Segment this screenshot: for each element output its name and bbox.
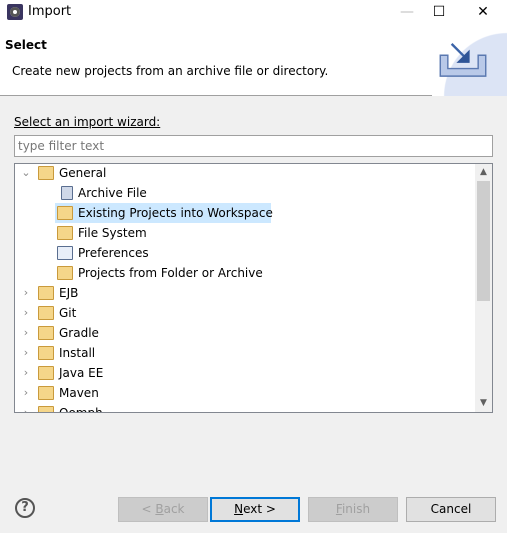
- project-folder-icon: [57, 206, 73, 220]
- tree-item-label: Install: [59, 346, 96, 360]
- next-mnemonic: N: [234, 502, 244, 516]
- back-button[interactable]: < Back: [118, 497, 208, 522]
- close-button[interactable]: ✕: [463, 0, 503, 24]
- import-icon: [439, 43, 487, 77]
- scroll-up-icon[interactable]: ▲: [475, 164, 492, 181]
- tree-item-label: Java EE: [59, 366, 104, 380]
- page-description: Create new projects from an archive file…: [12, 64, 329, 78]
- title-bar: Import — ☐ ✕: [0, 0, 507, 24]
- preferences-icon: [57, 246, 73, 260]
- archive-file-icon: [61, 186, 73, 200]
- tree-item[interactable]: Existing Projects into Workspace: [55, 203, 273, 223]
- tree-item-label: Git: [59, 306, 77, 320]
- tree-item-label: Existing Projects into Workspace: [78, 206, 273, 220]
- scroll-thumb[interactable]: [477, 181, 490, 301]
- wizard-tree[interactable]: › Oomph › Maven › Java EE › Install › Gradle › Git ›…: [14, 163, 493, 413]
- filter-input[interactable]: [14, 135, 493, 157]
- page-title: Select: [5, 38, 47, 52]
- chevron-down-icon[interactable]: ⌄: [20, 164, 32, 183]
- chevron-right-icon[interactable]: ›: [20, 343, 32, 363]
- folder-open-icon: [38, 366, 54, 380]
- eclipse-icon: [7, 4, 23, 20]
- next-label: ext >: [243, 502, 276, 516]
- wizard-label-text: Select an import wizard:: [14, 115, 161, 129]
- tree-item-label: General: [59, 166, 107, 180]
- help-icon[interactable]: ?: [15, 498, 35, 518]
- tree-item-label: Oomph: [59, 406, 103, 413]
- back-mnemonic: B: [155, 502, 164, 516]
- tree-item-label: EJB: [59, 286, 79, 300]
- back-label: ack: [163, 502, 185, 516]
- tree-item-label: Projects from Folder or Archive: [78, 266, 263, 280]
- tree-item-label: Archive File: [78, 186, 147, 200]
- finish-button[interactable]: Finish: [308, 497, 398, 522]
- vertical-scrollbar[interactable]: ▲ ▼: [475, 164, 492, 412]
- wizard-header: Select Create new projects from an archi…: [0, 24, 507, 96]
- scroll-down-icon[interactable]: ▼: [475, 395, 492, 412]
- tree-item-label: Preferences: [78, 246, 149, 260]
- back-prefix: <: [141, 502, 156, 516]
- chevron-right-icon[interactable]: ›: [20, 383, 32, 403]
- window-title: Import: [28, 4, 72, 19]
- chevron-right-icon[interactable]: ›: [20, 363, 32, 383]
- folder-open-icon: [38, 326, 54, 340]
- folder-open-icon: [38, 346, 54, 360]
- maximize-button[interactable]: ☐: [419, 0, 459, 24]
- folder-icon: [57, 226, 73, 240]
- folder-icon: [57, 266, 73, 280]
- tree-item-label: File System: [78, 226, 147, 240]
- finish-label: inish: [341, 502, 371, 516]
- folder-open-icon: [38, 406, 54, 412]
- cancel-button[interactable]: Cancel: [406, 497, 496, 522]
- chevron-right-icon[interactable]: ›: [20, 283, 32, 303]
- tree-item-label: Gradle: [59, 326, 99, 340]
- tree-item-label: Maven: [59, 386, 99, 400]
- folder-open-icon: [38, 386, 54, 400]
- folder-open-icon: [38, 306, 54, 320]
- folder-open-icon: [38, 166, 54, 180]
- next-button[interactable]: Next >: [210, 497, 300, 522]
- wizard-label: Select an import wizard:: [14, 115, 160, 129]
- folder-open-icon: [38, 286, 54, 300]
- chevron-right-icon[interactable]: ›: [20, 403, 32, 412]
- chevron-right-icon[interactable]: ›: [20, 303, 32, 323]
- chevron-right-icon[interactable]: ›: [20, 323, 32, 343]
